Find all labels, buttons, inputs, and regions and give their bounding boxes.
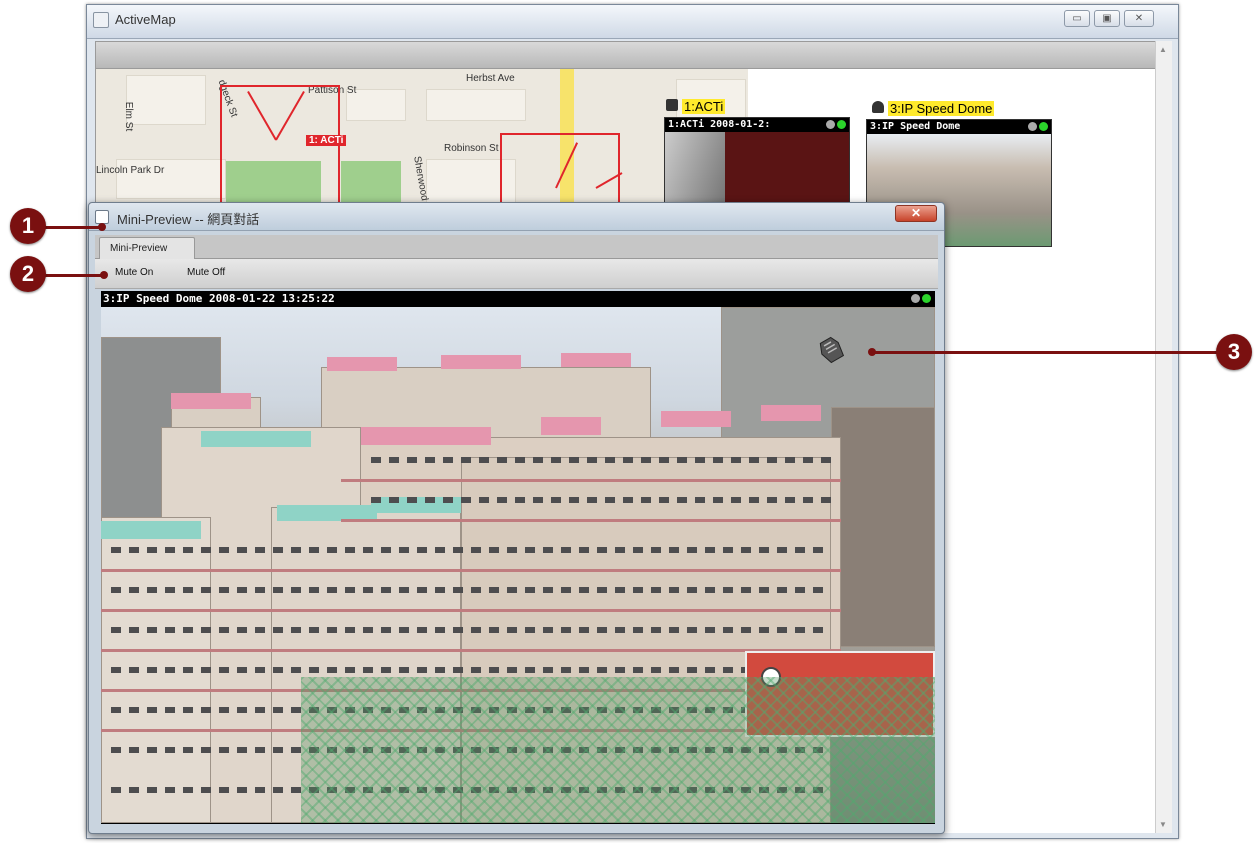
callout-2: 2: [10, 256, 46, 292]
tab-mini-preview[interactable]: Mini-Preview: [99, 237, 195, 260]
mini-preview-titlebar[interactable]: Mini-Preview -- 網頁對話 ✕: [89, 203, 944, 231]
callout-line: [42, 226, 102, 229]
camera-3-overlay: 3:IP Speed Dome: [867, 120, 1051, 134]
vertical-scrollbar[interactable]: ▲ ▼: [1155, 41, 1172, 833]
mute-on-button[interactable]: Mute On: [115, 267, 153, 278]
maximize-button[interactable]: ▣: [1094, 10, 1120, 27]
window-title: ActiveMap: [115, 12, 176, 27]
app-icon: [93, 12, 109, 28]
green-netting: [301, 677, 935, 823]
mini-preview-menubar: Mute On Mute Off: [95, 259, 938, 289]
live-video-panel[interactable]: 3:IP Speed Dome 2008-01-22 13:25:22: [101, 291, 935, 824]
callout-1: 1: [10, 208, 46, 244]
screenshot-stage: ActiveMap ▭ ▣ ✕ Herbst Ave Pattison St R…: [0, 0, 1259, 843]
camera-zone-1[interactable]: [220, 85, 340, 209]
camera-feed-image[interactable]: [101, 307, 935, 823]
street-label: Lincoln Park Dr: [96, 165, 165, 176]
box-camera-icon: [666, 99, 678, 111]
camera-zone-3[interactable]: [500, 133, 620, 209]
mute-off-button[interactable]: Mute Off: [187, 267, 225, 278]
minimize-button[interactable]: ▭: [1064, 10, 1090, 27]
video-controls: [911, 294, 931, 303]
activemap-titlebar[interactable]: ActiveMap ▭ ▣ ✕: [87, 5, 1178, 39]
dome-camera-icon: [872, 101, 884, 113]
callout-line: [872, 351, 1218, 354]
camera-badge[interactable]: 1: ACTi: [306, 135, 347, 146]
camera-1-overlay: 1:ACTi 2008-01-2:: [665, 118, 849, 132]
activemap-toolbar: [95, 41, 1156, 69]
close-button[interactable]: ✕: [1124, 10, 1154, 27]
street-label: Elm St: [123, 101, 135, 132]
mini-preview-dialog: Mini-Preview -- 網頁對話 ✕ Mini-Preview Mute…: [88, 202, 945, 834]
street-map[interactable]: Herbst Ave Pattison St Robinson St Linco…: [96, 69, 748, 209]
callout-line: [42, 274, 104, 277]
tab-strip: Mini-Preview: [95, 235, 938, 260]
dialog-close-button[interactable]: ✕: [895, 205, 937, 222]
camera-1-label[interactable]: 1:ACTi: [682, 99, 726, 114]
video-overlay-text: 3:IP Speed Dome 2008-01-22 13:25:22: [101, 291, 935, 306]
thumb-controls: [826, 120, 846, 129]
street-label: Robinson St: [444, 143, 499, 154]
dialog-title: Mini-Preview -- 網頁對話: [117, 212, 260, 227]
callout-tip: [98, 223, 106, 231]
callout-tip: [868, 348, 876, 356]
thumb-controls: [1028, 122, 1048, 131]
dialog-icon: [95, 210, 109, 224]
callout-3: 3: [1216, 334, 1252, 370]
street-label: Herbst Ave: [466, 73, 515, 84]
callout-tip: [100, 271, 108, 279]
camera-3-label[interactable]: 3:IP Speed Dome: [888, 101, 995, 116]
